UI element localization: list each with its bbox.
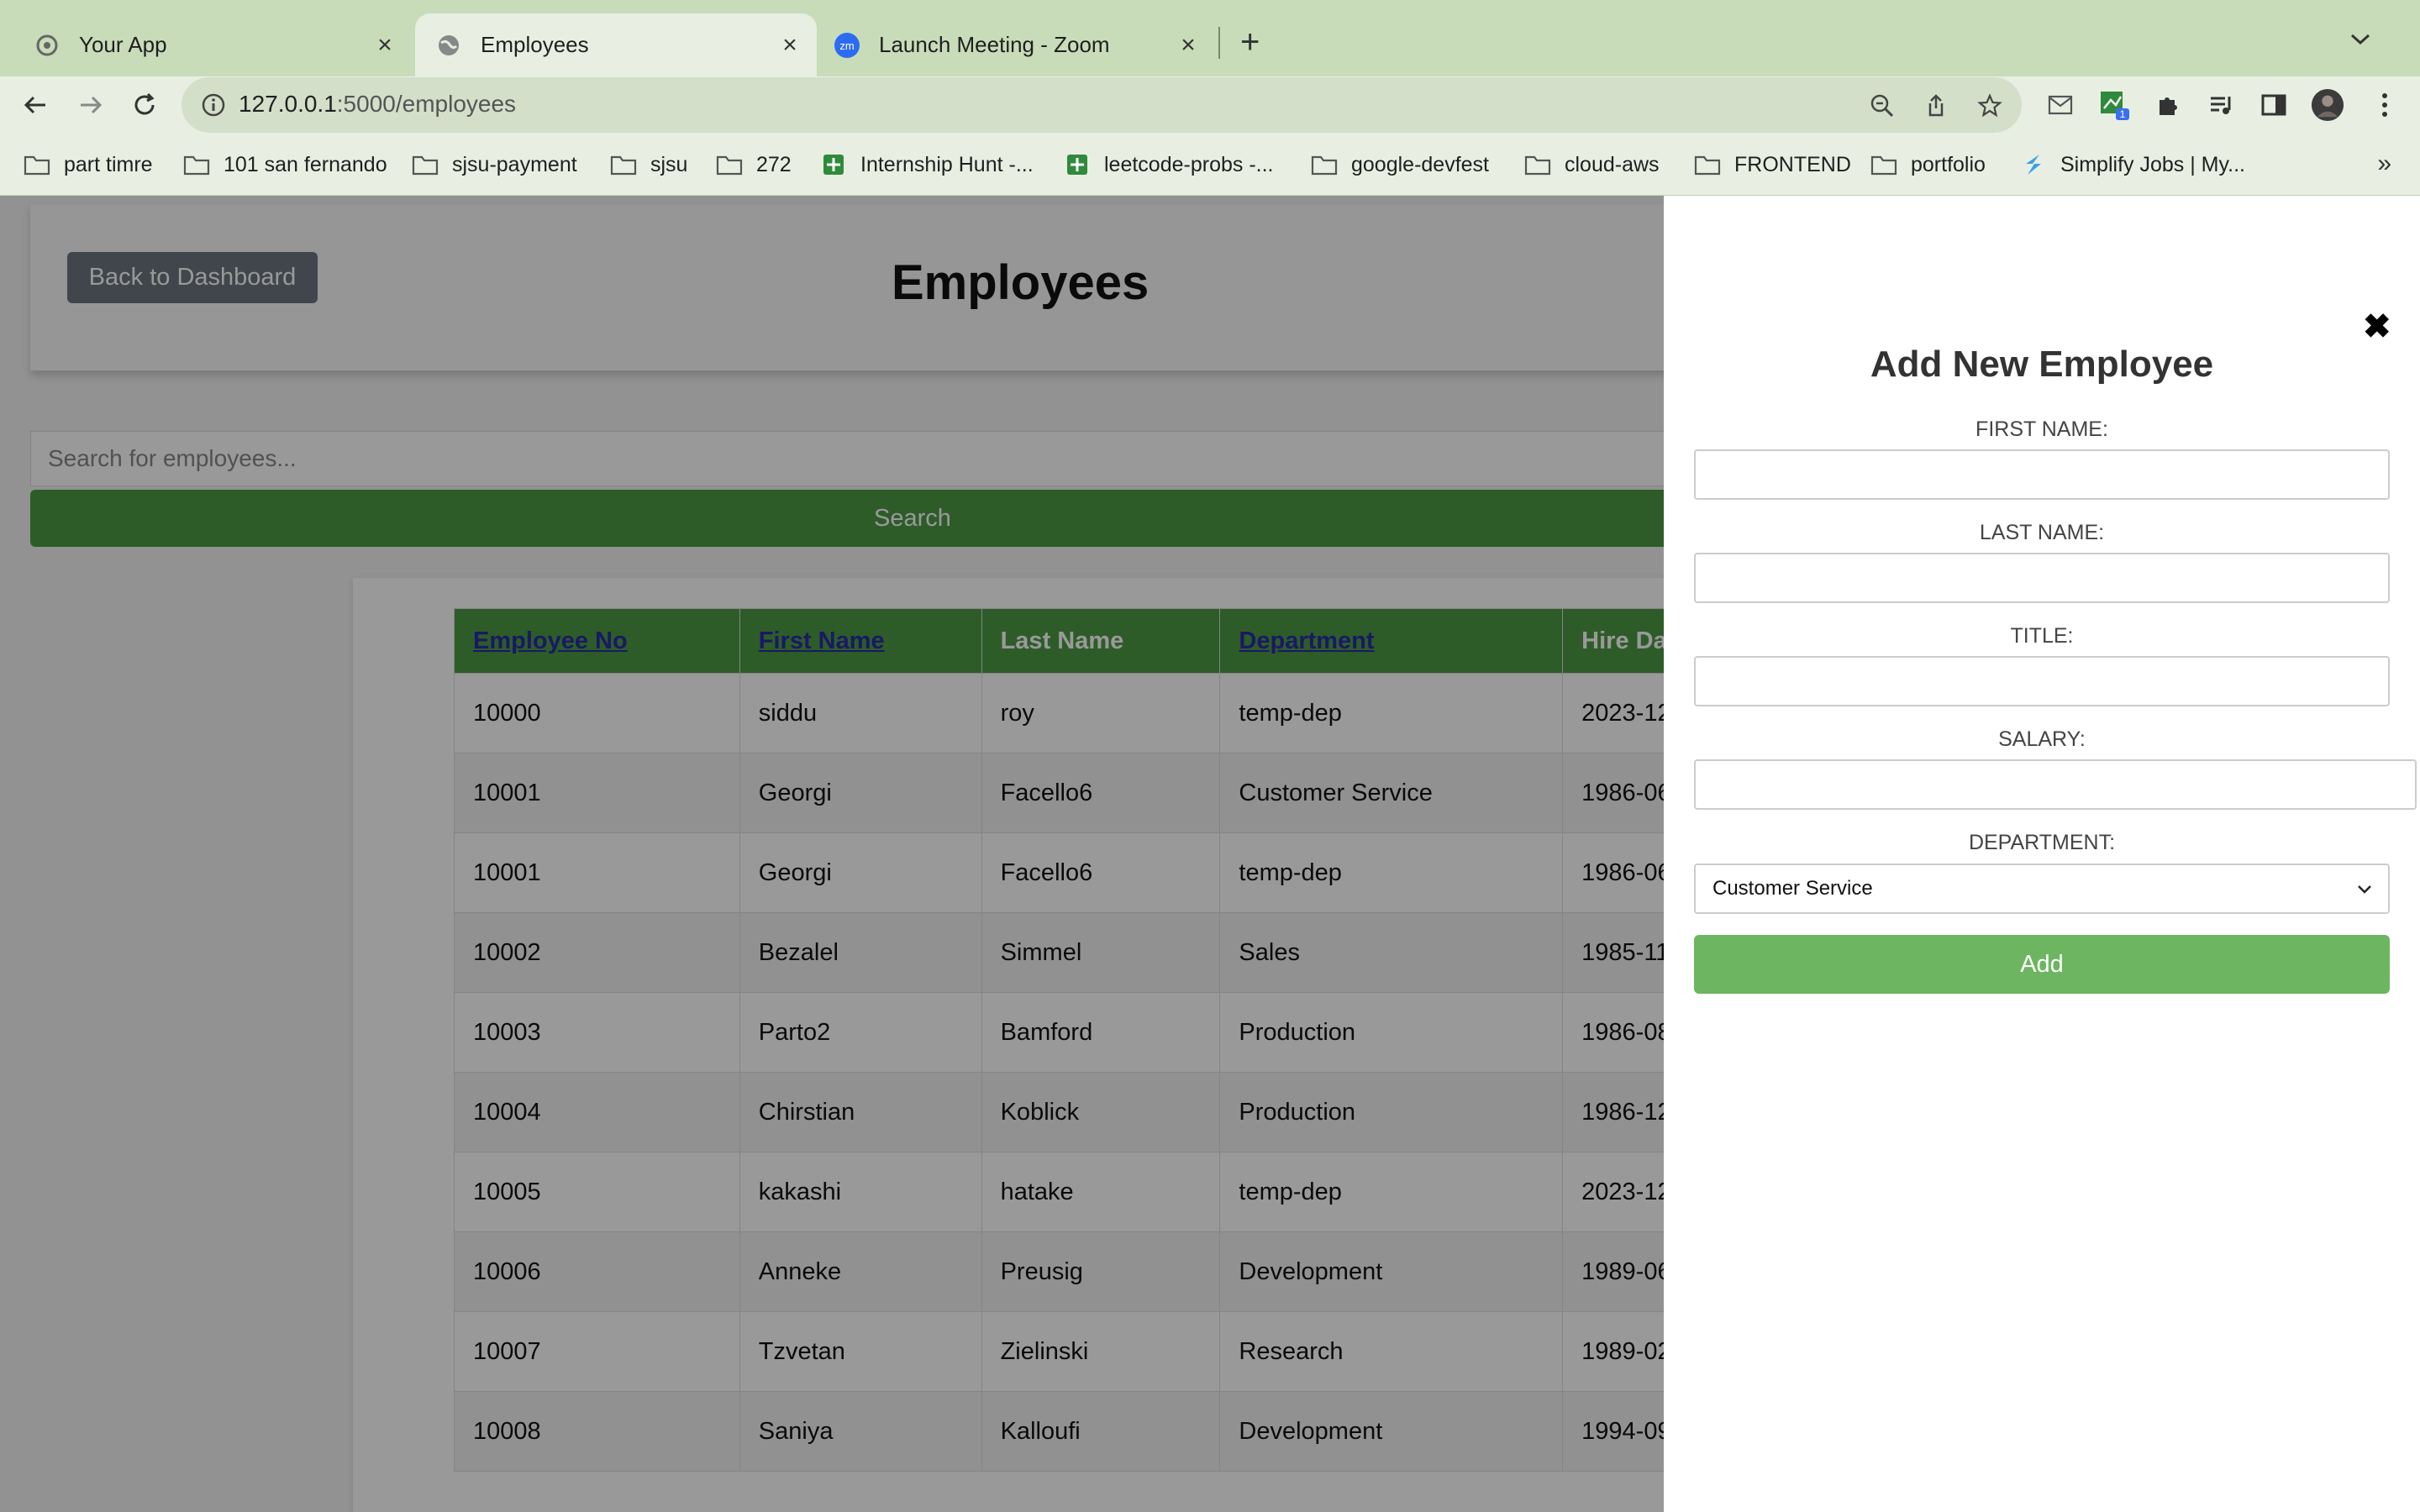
avatar[interactable] (2311, 88, 2344, 122)
bookmark-label: Simplify Jobs | My... (2060, 152, 2245, 176)
sheets-icon (1064, 154, 1091, 176)
svg-text:1: 1 (2120, 108, 2126, 120)
tab-title: Employees (481, 32, 589, 57)
puzzle-extensions-icon[interactable] (2151, 88, 2185, 122)
sheets-icon (820, 154, 847, 176)
salary-label: SALARY: (1998, 727, 2086, 751)
first-name-field[interactable] (1694, 449, 2390, 500)
bookmark-item[interactable]: Simplify Jobs | My... (2020, 150, 2245, 179)
svg-text:zm: zm (839, 39, 854, 52)
title-field[interactable] (1694, 656, 2390, 706)
bookmark-label: sjsu-payment (452, 152, 577, 176)
bookmark-label: cloud-aws (1565, 152, 1660, 176)
bookmarks-overflow-icon[interactable]: » (2377, 150, 2391, 178)
info-icon[interactable] (200, 92, 227, 123)
department-select[interactable]: Customer Service (1694, 864, 2390, 914)
globe-icon (435, 32, 462, 59)
folder-icon (24, 154, 50, 176)
bookmark-label: google-devfest (1351, 152, 1490, 176)
bookmarks-bar: part timre 101 san fernando sjsu-payment… (0, 134, 2420, 196)
add-employee-panel: ✖ Add New Employee FIRST NAME: LAST NAME… (1664, 196, 2420, 1512)
folder-icon (1311, 154, 1338, 176)
close-icon[interactable]: × (1171, 29, 1205, 62)
gear-icon (34, 32, 60, 59)
folder-icon (1694, 154, 1721, 176)
new-tab-plus-icon[interactable]: + (1240, 24, 1260, 60)
back-arrow-icon[interactable] (18, 88, 52, 122)
bookmark-label: 272 (756, 152, 792, 176)
side-panel-icon[interactable] (2257, 88, 2291, 122)
folder-icon (1524, 154, 1551, 176)
sheets-extension-icon[interactable]: 1 (2097, 88, 2131, 122)
url-text: 127.0.0.1:5000/employees (239, 91, 517, 117)
department-selected-value: Customer Service (1712, 877, 1873, 900)
address-bar[interactable]: 127.0.0.1:5000/employees (182, 77, 2022, 133)
panel-title: Add New Employee (1870, 344, 2214, 385)
bookmark-item[interactable]: part timre (24, 150, 153, 179)
last-name-field[interactable] (1694, 553, 2390, 603)
zoom-icon: zm (834, 32, 860, 59)
share-icon[interactable] (1923, 92, 1949, 119)
forward-arrow-icon[interactable] (74, 88, 108, 122)
tab-zoom[interactable]: zm Launch Meeting - Zoom × (820, 13, 1215, 76)
close-icon[interactable]: ✖ (2363, 307, 2391, 346)
first-name-label: FIRST NAME: (1975, 417, 2108, 441)
bookmark-label: part timre (64, 152, 153, 176)
bookmark-item[interactable]: Internship Hunt -... (820, 150, 1034, 179)
tab-employees[interactable]: Employees × (415, 13, 817, 76)
tab-your-app[interactable]: Your App × (0, 13, 412, 76)
title-label: TITLE: (2010, 624, 2074, 648)
zoom-magnifier-icon[interactable] (1869, 92, 1896, 119)
tab-divider (1218, 27, 1220, 59)
bookmark-item[interactable]: sjsu-payment (412, 150, 577, 179)
bookmark-item[interactable]: sjsu (610, 150, 687, 179)
bookmark-item[interactable]: FRONTEND (1694, 150, 1851, 179)
bookmark-item[interactable]: 101 san fernando (183, 150, 387, 179)
mail-extension-icon[interactable] (2044, 88, 2077, 122)
simplify-icon (2020, 154, 2047, 176)
bookmark-label: 101 san fernando (224, 152, 387, 176)
reload-icon[interactable] (128, 88, 161, 122)
bookmark-label: leetcode-probs -... (1104, 152, 1274, 176)
bookmark-label: Internship Hunt -... (860, 152, 1034, 176)
close-icon[interactable]: × (773, 29, 807, 62)
folder-icon (610, 154, 637, 176)
bookmark-item[interactable]: cloud-aws (1524, 150, 1660, 179)
last-name-label: LAST NAME: (1979, 521, 2105, 544)
chevron-down-icon (2354, 879, 2375, 905)
tab-strip: Your App × Employees × zm Launch Meeting… (0, 0, 2420, 76)
bookmark-item[interactable]: leetcode-probs -... (1064, 150, 1274, 179)
folder-icon (183, 154, 210, 176)
kebab-menu-icon[interactable] (2368, 88, 2402, 122)
bookmark-item[interactable]: google-devfest (1311, 150, 1489, 179)
bookmark-label: FRONTEND (1734, 152, 1851, 176)
bookmark-item[interactable]: 272 (716, 150, 792, 179)
tab-title: Your App (79, 32, 167, 57)
folder-icon (716, 154, 743, 176)
close-icon[interactable]: × (368, 29, 402, 62)
salary-field[interactable] (1694, 759, 2417, 810)
bookmark-item[interactable]: portfolio (1870, 150, 1986, 179)
modal-backdrop[interactable] (0, 196, 1664, 1512)
tab-title: Launch Meeting - Zoom (879, 32, 1110, 57)
add-employee-button[interactable]: Add (1694, 935, 2390, 994)
bookmark-label: portfolio (1911, 152, 1986, 176)
tab-search-chevron-icon[interactable] (2349, 25, 2371, 52)
department-label: DEPARTMENT: (1968, 831, 2116, 854)
folder-icon (1870, 154, 1897, 176)
folder-icon (412, 154, 439, 176)
bookmark-label: sjsu (650, 152, 688, 176)
bookmark-star-icon[interactable] (1976, 92, 2003, 119)
media-queue-icon[interactable] (2205, 88, 2238, 122)
